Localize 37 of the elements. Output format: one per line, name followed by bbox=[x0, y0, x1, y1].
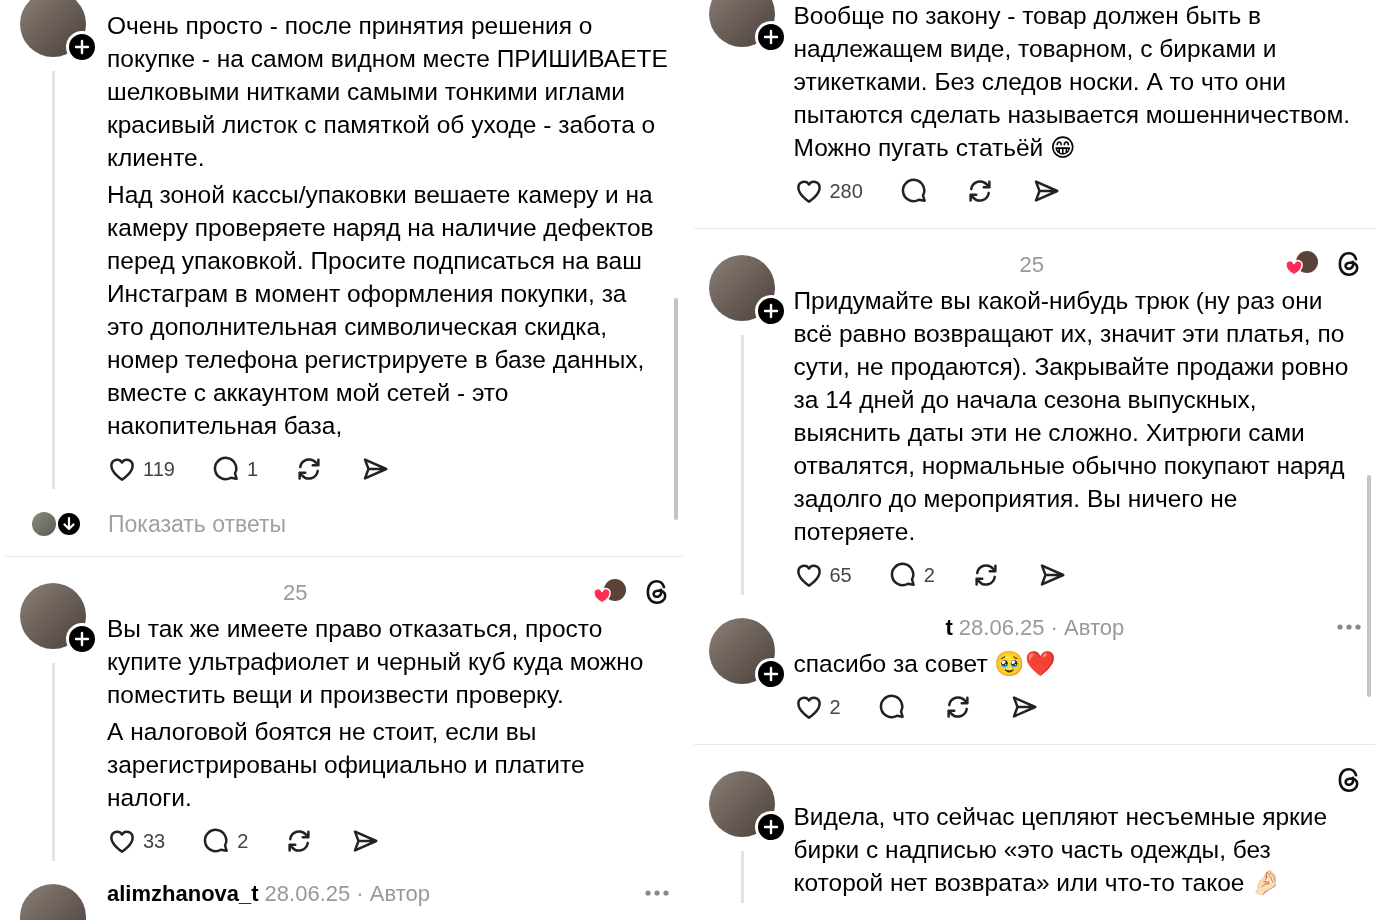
plus-icon bbox=[762, 29, 779, 45]
post-meta: 25 bbox=[1019, 250, 1044, 279]
post-text: Очень просто - после принятия решения о покупке - на самом видном месте ПРИШИВАЕТЕ шелковыми нитками самыми тонкими иглами красивый листок с памяткой об уходе - забота о клиенте. bbox=[107, 11, 669, 173]
plus-icon bbox=[74, 39, 90, 55]
like-button[interactable]: 2 bbox=[793, 692, 841, 722]
avatar-photo[interactable] bbox=[20, 0, 86, 57]
more-button[interactable] bbox=[1336, 623, 1362, 631]
post-meta: 28.06.25 · Автор bbox=[958, 613, 1125, 642]
post-text: спасибо за совет 🥹❤ bbox=[793, 649, 1058, 679]
more-icon bbox=[1336, 623, 1362, 631]
comment-button[interactable]: 1 bbox=[210, 454, 258, 484]
post-text: Над зоной кассы/упаковки вешаете камеру и на камеру проверяете наряд на наличие дефектов перед упаковкой. Просите подписаться на ваш Инстаграм в момент оформления покупки, за это дополнительная символическая скидка, номер телефона регистрируете в базе данных, вместе с аккаунтом мой сетей - это накопительная база, bbox=[107, 180, 655, 441]
post-text: Вообще по закону - товар должен быть в надлежащем виде, товарном, с бирками и этикетками. Без следов носки. А то что они пытаются сделать называется мошенничеством. Можно пугать статьёй 😁 bbox=[793, 1, 1352, 163]
username[interactable]: alimzhanova_t bbox=[107, 876, 259, 910]
post-meta: 28.06.25 · Автор bbox=[264, 879, 430, 908]
plus-icon bbox=[762, 819, 779, 835]
reply-avatar bbox=[32, 512, 56, 536]
like-button[interactable]: 65 bbox=[793, 560, 852, 590]
like-button[interactable]: 280 bbox=[793, 176, 863, 206]
more-icon bbox=[643, 889, 670, 897]
arrow-down-icon bbox=[56, 511, 82, 537]
plus-icon bbox=[74, 631, 90, 647]
scrollbar[interactable] bbox=[673, 298, 678, 520]
like-button[interactable]: 33 bbox=[107, 826, 166, 856]
post-text: А налоговой боятся не стоит, если вы зарегистрированы официально и платите налоги. bbox=[107, 717, 586, 813]
like-button[interactable]: 119 bbox=[107, 454, 175, 484]
plus-icon bbox=[762, 666, 779, 682]
scrollbar[interactable] bbox=[1367, 475, 1371, 697]
username[interactable]: t bbox=[945, 610, 953, 644]
comment-button[interactable]: 2 bbox=[887, 560, 935, 590]
comment-button[interactable]: 2 bbox=[201, 826, 249, 856]
plus-icon bbox=[762, 303, 779, 319]
post-text: Видела, что сейчас цепляют несъемные яркие бирки с надписью «это часть одежды, без которой нет возврата» или что-то такое 🤌🏻 bbox=[793, 802, 1329, 898]
post-text: Вы так же имеете право отказаться, просто купите ультрафиолет и черный куб куда можно поместить вещи и произвести проверку. bbox=[107, 614, 645, 710]
more-button[interactable] bbox=[643, 889, 670, 897]
post-meta: 25 bbox=[283, 578, 308, 607]
post-text: Придумайте вы какой-нибудь трюк (ну раз они всё равно возвращают их, значит эти платья, по сути, не продаются). Закрывайте продажи ровно за 14 дней до начала сезона выпускных, выяснить даты эти не сложно. Хитрюги сами отвалятся, нормальные обычно покупают наряд задолго до мероприятия. Вы ничего не потеряете. bbox=[793, 286, 1350, 547]
